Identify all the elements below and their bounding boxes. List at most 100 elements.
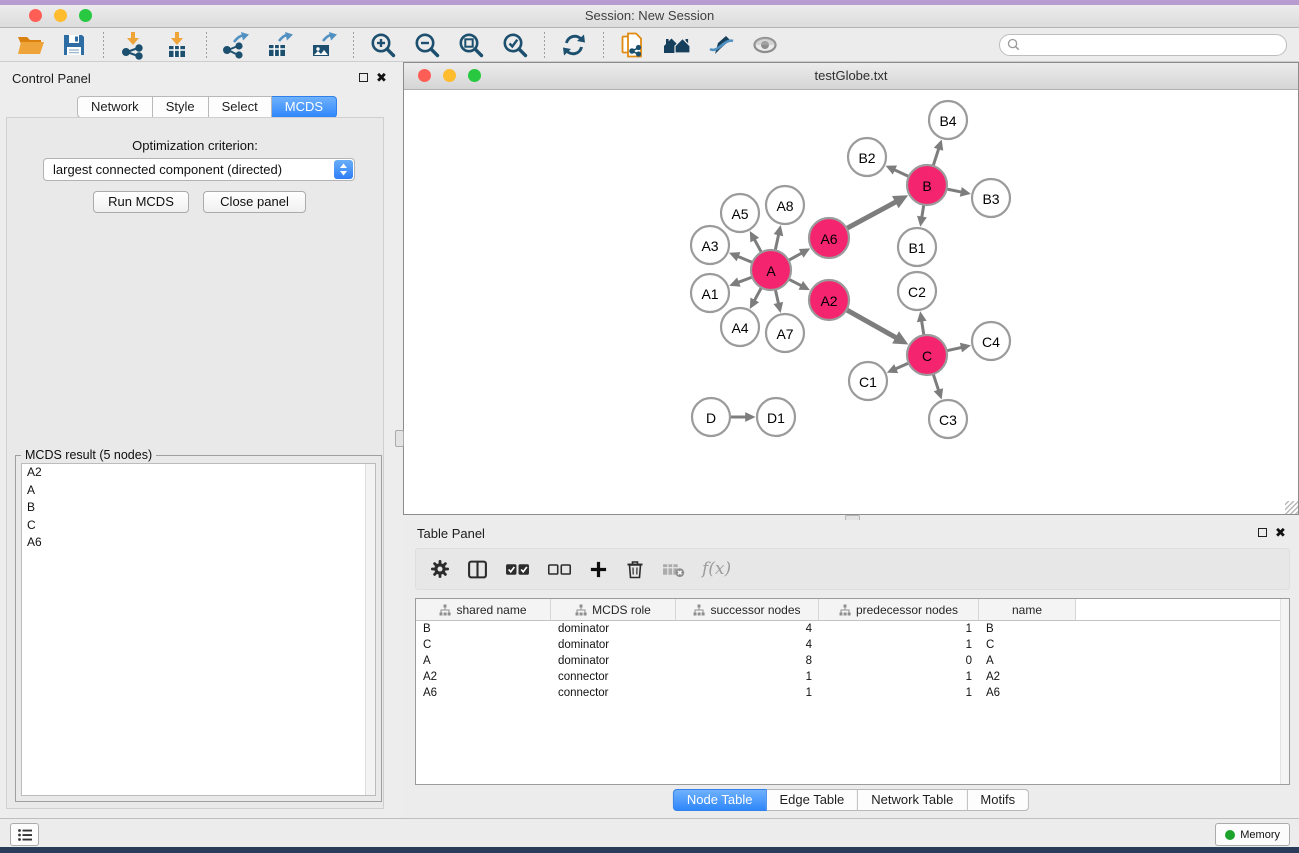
- unselect-all-icon[interactable]: [547, 561, 572, 578]
- settings-gear-icon[interactable]: [430, 559, 450, 579]
- home-view-icon[interactable]: [662, 30, 692, 60]
- result-item[interactable]: A6: [22, 534, 375, 552]
- export-network-icon[interactable]: [221, 30, 251, 60]
- graph-node-A7[interactable]: A7: [766, 314, 804, 352]
- memory-button[interactable]: Memory: [1215, 823, 1290, 846]
- table-scrollbar[interactable]: [1280, 599, 1289, 784]
- export-image-icon[interactable]: [309, 30, 339, 60]
- graph-node-A[interactable]: A: [751, 250, 791, 290]
- result-item[interactable]: A2: [22, 464, 375, 482]
- graph-node-B[interactable]: B: [907, 165, 947, 205]
- column-header-name[interactable]: name: [979, 599, 1076, 621]
- graph-node-A3[interactable]: A3: [691, 226, 729, 264]
- result-scrollbar[interactable]: [365, 464, 375, 795]
- search-input[interactable]: [1025, 37, 1279, 53]
- result-item[interactable]: A: [22, 482, 375, 500]
- import-table-icon[interactable]: [162, 30, 192, 60]
- network-window-titlebar[interactable]: testGlobe.txt: [404, 63, 1298, 90]
- zoom-selected-icon[interactable]: [500, 30, 530, 60]
- tab-style[interactable]: Style: [153, 96, 209, 118]
- table-row[interactable]: A6connector11A6: [416, 685, 1289, 701]
- tab-edge-table[interactable]: Edge Table: [766, 789, 858, 811]
- table-body: Bdominator41BCdominator41CAdominator80AA…: [416, 621, 1289, 701]
- graph-node-C4[interactable]: C4: [972, 322, 1010, 360]
- tab-network[interactable]: Network: [77, 96, 153, 118]
- table-row[interactable]: Cdominator41C: [416, 637, 1289, 653]
- select-all-icon[interactable]: [505, 561, 530, 578]
- graph-node-D[interactable]: D: [692, 398, 730, 436]
- resize-grip-icon[interactable]: [1285, 501, 1298, 514]
- graph-node-A4[interactable]: A4: [721, 308, 759, 346]
- network-graph[interactable]: A A1 A2 A3 A4 A5 A6 A7 A8 B B1 B2 B3 B4 C C1 C2 C3 C4 D D1: [404, 89, 1297, 514]
- graph-edge[interactable]: [933, 147, 940, 168]
- graph-node-A8[interactable]: A8: [766, 186, 804, 224]
- close-panel-icon[interactable]: ✖: [376, 71, 387, 84]
- graph-node-D1[interactable]: D1: [757, 398, 795, 436]
- result-item[interactable]: B: [22, 499, 375, 517]
- tab-mcds[interactable]: MCDS: [272, 96, 337, 118]
- tab-node-table[interactable]: Node Table: [673, 789, 767, 811]
- result-item[interactable]: C: [22, 517, 375, 535]
- network-close-traffic-light[interactable]: [418, 69, 431, 82]
- column-header-predecessor-nodes[interactable]: predecessor nodes: [819, 599, 979, 621]
- open-session-icon[interactable]: [15, 30, 45, 60]
- delete-column-icon[interactable]: [625, 559, 645, 579]
- float-table-panel-icon[interactable]: [1258, 528, 1267, 537]
- table-row[interactable]: A2connector11A2: [416, 669, 1289, 685]
- graph-node-A2[interactable]: A2: [809, 280, 849, 320]
- graph-node-A5[interactable]: A5: [721, 194, 759, 232]
- network-minimize-traffic-light[interactable]: [443, 69, 456, 82]
- memory-status-icon: [1225, 830, 1235, 840]
- graph-node-A1[interactable]: A1: [691, 274, 729, 312]
- graph-node-B3[interactable]: B3: [972, 179, 1010, 217]
- run-mcds-button[interactable]: Run MCDS: [93, 191, 189, 213]
- zoom-fit-icon[interactable]: [456, 30, 486, 60]
- graph-node-B2[interactable]: B2: [848, 138, 886, 176]
- graph-edge-arrow-icon: [774, 302, 784, 313]
- graph-node-C[interactable]: C: [907, 335, 947, 375]
- zoom-in-icon[interactable]: [368, 30, 398, 60]
- table-cell: A: [979, 655, 1076, 667]
- export-table-icon[interactable]: [265, 30, 295, 60]
- graph-node-A6[interactable]: A6: [809, 218, 849, 258]
- tab-motifs[interactable]: Motifs: [967, 789, 1029, 811]
- zoom-out-icon[interactable]: [412, 30, 442, 60]
- refresh-icon[interactable]: [559, 30, 589, 60]
- graph-edge[interactable]: [845, 309, 898, 339]
- network-zoom-traffic-light[interactable]: [468, 69, 481, 82]
- add-column-icon[interactable]: [589, 560, 608, 579]
- show-columns-icon[interactable]: [467, 559, 488, 580]
- svg-text:A1: A1: [701, 286, 718, 302]
- graph-node-C1[interactable]: C1: [849, 362, 887, 400]
- table-row[interactable]: Bdominator41B: [416, 621, 1289, 637]
- panel-selector-button[interactable]: [10, 823, 39, 846]
- close-table-panel-icon[interactable]: ✖: [1275, 526, 1286, 539]
- criterion-dropdown[interactable]: largest connected component (directed): [43, 158, 355, 181]
- toolbar-separator: [544, 32, 545, 58]
- column-header-successor-nodes[interactable]: successor nodes: [676, 599, 819, 621]
- column-header-shared-name[interactable]: shared name: [416, 599, 551, 621]
- close-panel-button[interactable]: Close panel: [203, 191, 306, 213]
- float-panel-icon[interactable]: [359, 73, 368, 82]
- tab-select[interactable]: Select: [209, 96, 272, 118]
- graph-edge-arrow-icon: [745, 412, 755, 422]
- function-builder-icon[interactable]: f(x): [702, 559, 731, 579]
- graph-node-B4[interactable]: B4: [929, 101, 967, 139]
- search-box[interactable]: [999, 34, 1287, 56]
- hide-annotations-icon[interactable]: [706, 30, 736, 60]
- import-network-icon[interactable]: [118, 30, 148, 60]
- show-graphics-details-icon[interactable]: [750, 30, 780, 60]
- copy-network-icon[interactable]: [618, 30, 648, 60]
- graph-edge[interactable]: [845, 201, 897, 229]
- graph-node-C3[interactable]: C3: [929, 400, 967, 438]
- graph-node-B1[interactable]: B1: [898, 228, 936, 266]
- table-row[interactable]: Adominator80A: [416, 653, 1289, 669]
- graph-edge-arrow-icon: [774, 225, 784, 236]
- delete-table-icon[interactable]: [662, 561, 685, 578]
- svg-text:A: A: [766, 263, 776, 279]
- tab-network-table[interactable]: Network Table: [858, 789, 967, 811]
- column-header-MCDS-role[interactable]: MCDS role: [551, 599, 676, 621]
- save-session-icon[interactable]: [59, 30, 89, 60]
- graph-node-C2[interactable]: C2: [898, 272, 936, 310]
- splitter-grip-icon[interactable]: [395, 430, 404, 447]
